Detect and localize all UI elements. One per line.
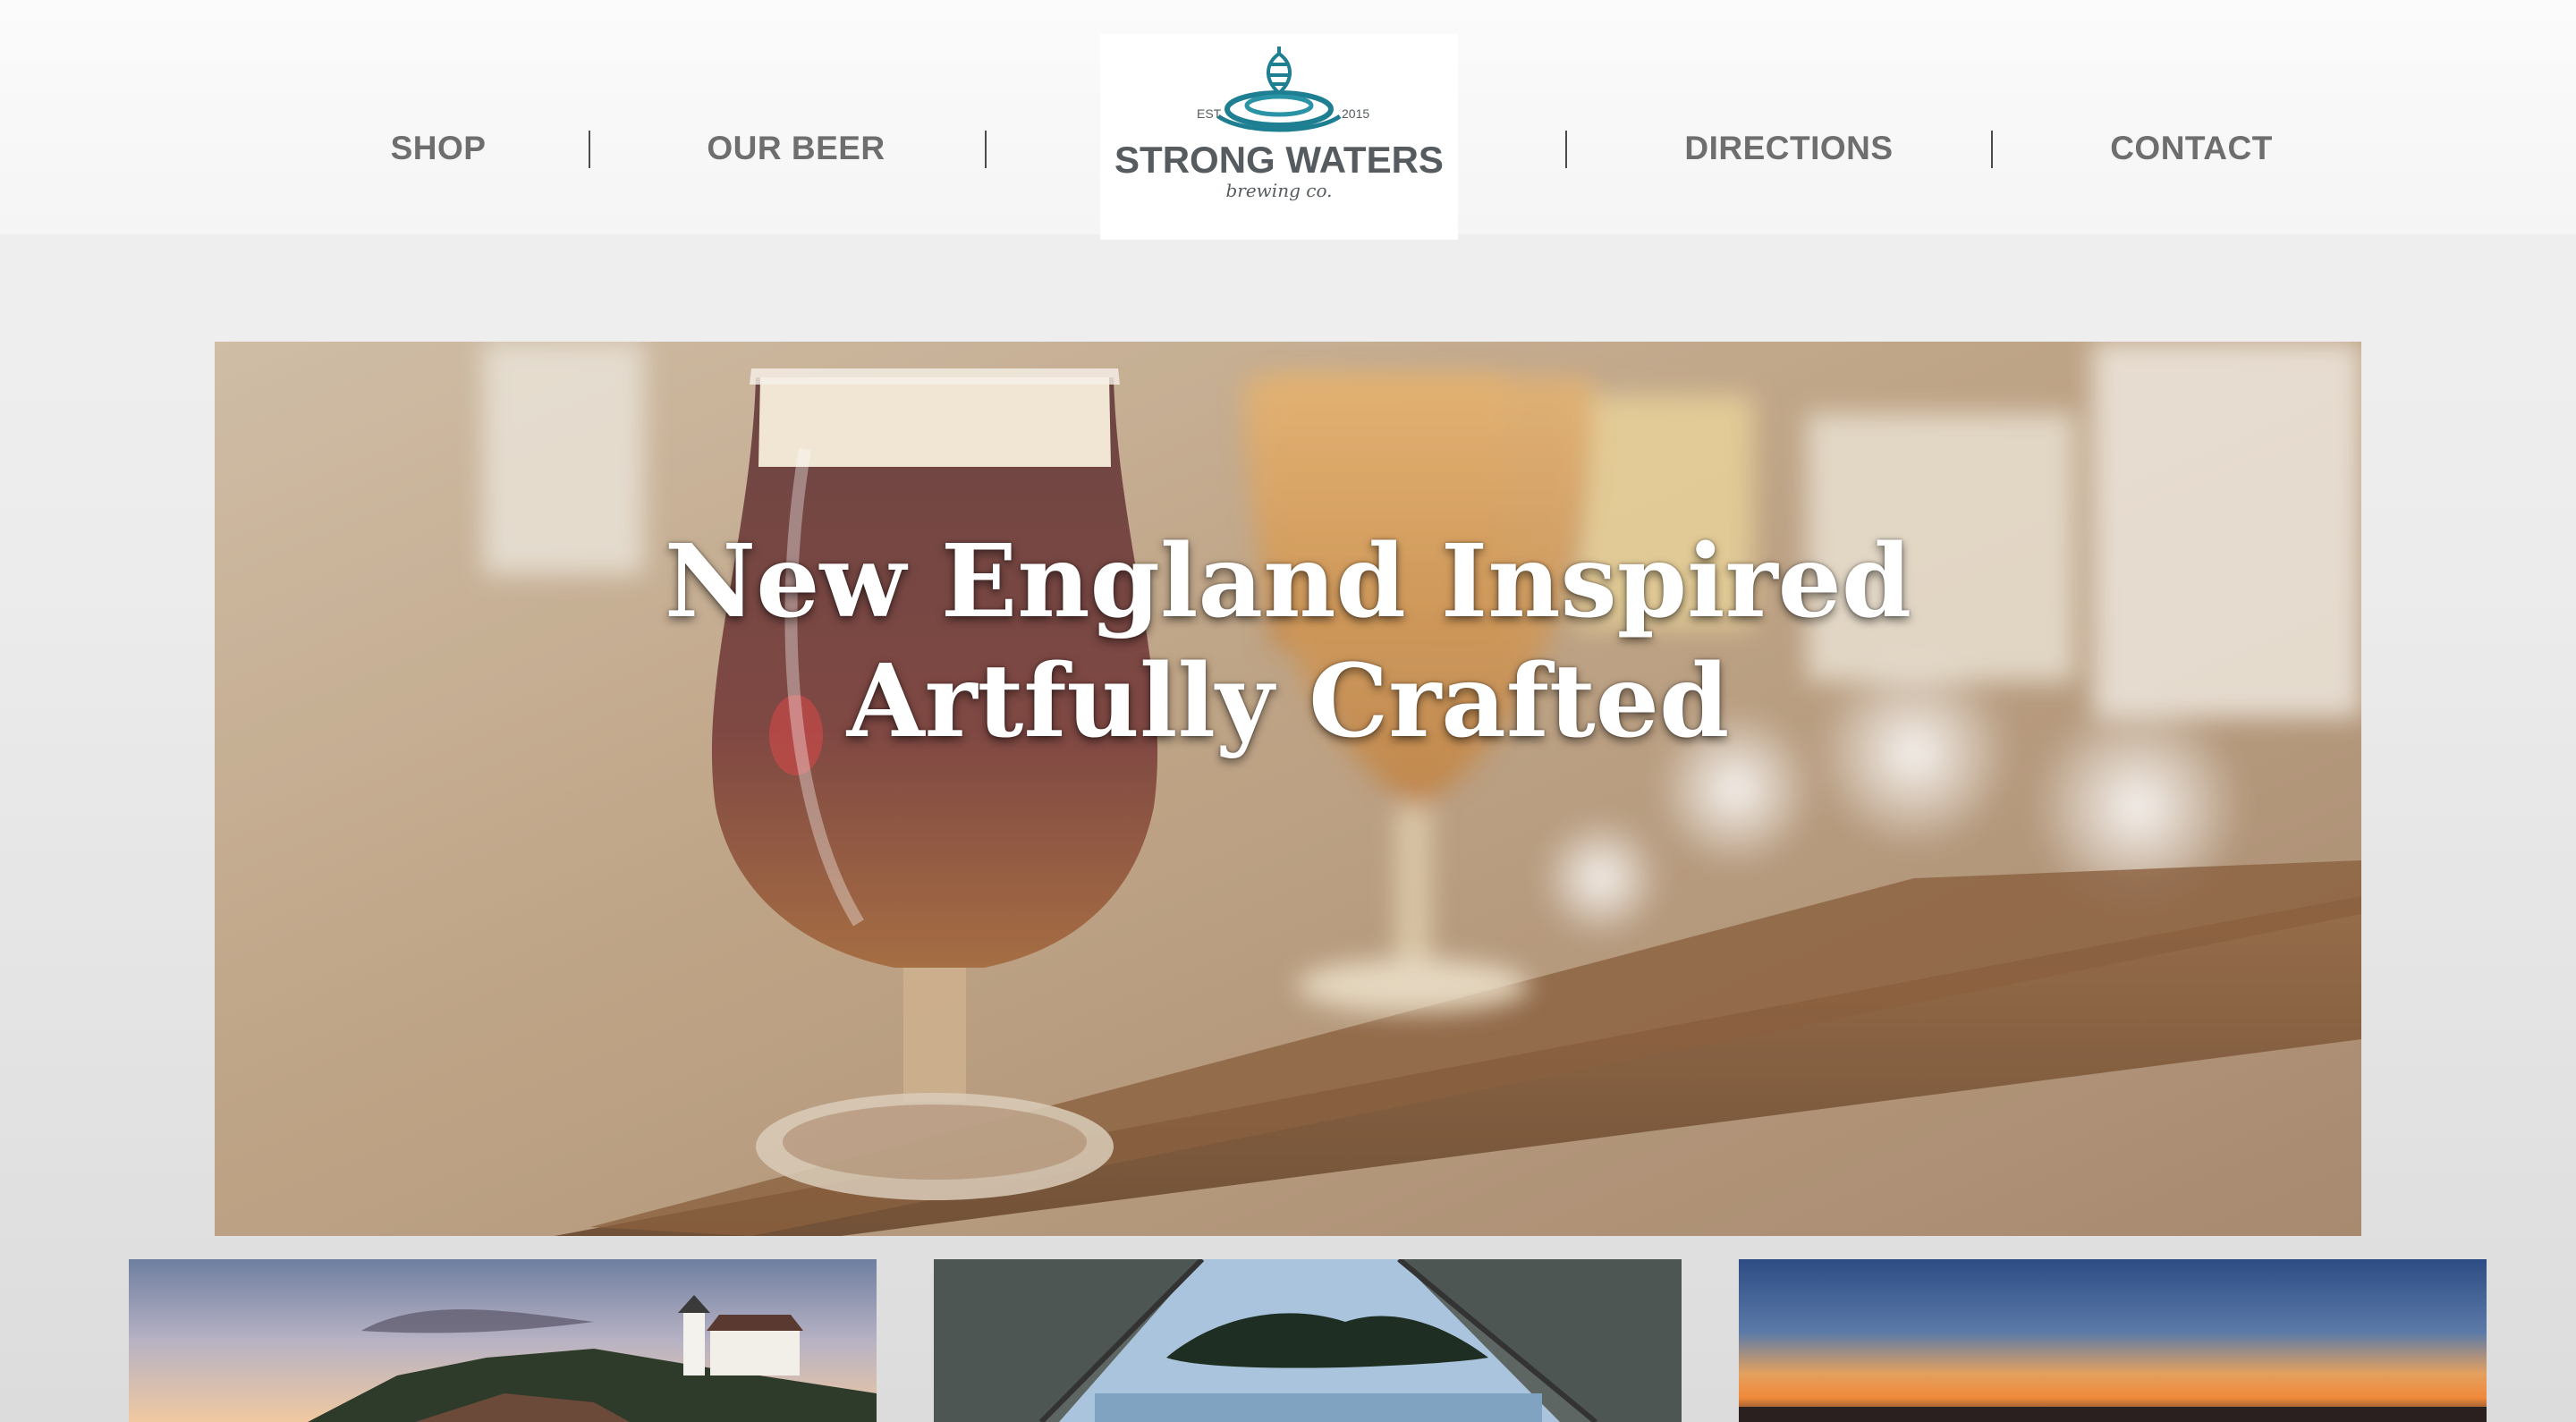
header-band [0,234,2576,342]
logo-tagline: brewing co. [1225,180,1332,201]
hero-banner: New England Inspired Artfully Crafted [215,342,2361,1236]
hero-headline-line2: Artfully Crafted [846,643,1730,760]
thumbnail-sunset[interactable] [1739,1259,2487,1422]
lighthouse-image [129,1259,877,1422]
nav-our-beer[interactable]: OUR BEER [662,122,930,175]
thumbnail-tent-view[interactable] [934,1259,1682,1422]
sunset-image [1739,1259,2487,1422]
logo-est: EST. [1197,106,1224,121]
nav-shop[interactable]: SHOP [340,122,537,175]
nav-divider [985,131,987,168]
nav-contact[interactable]: CONTACT [2084,122,2299,175]
hero-image [215,342,2361,1236]
nav-divider [589,131,590,168]
hero-headline-line1: New England Inspired [664,523,1912,640]
thumbnail-lighthouse[interactable] [129,1259,877,1422]
nav-divider [1991,131,1993,168]
nav-directions[interactable]: DIRECTIONS [1637,122,1941,175]
hop-ripple-icon: EST. 2015 STRONG WATERS brewing co. [1114,47,1444,201]
tent-view-image [934,1259,1682,1422]
logo-name: STRONG WATERS [1114,139,1444,181]
logo-year: 2015 [1342,106,1369,121]
nav-divider [1565,131,1567,168]
brand-logo[interactable]: EST. 2015 STRONG WATERS brewing co. [1100,34,1458,240]
